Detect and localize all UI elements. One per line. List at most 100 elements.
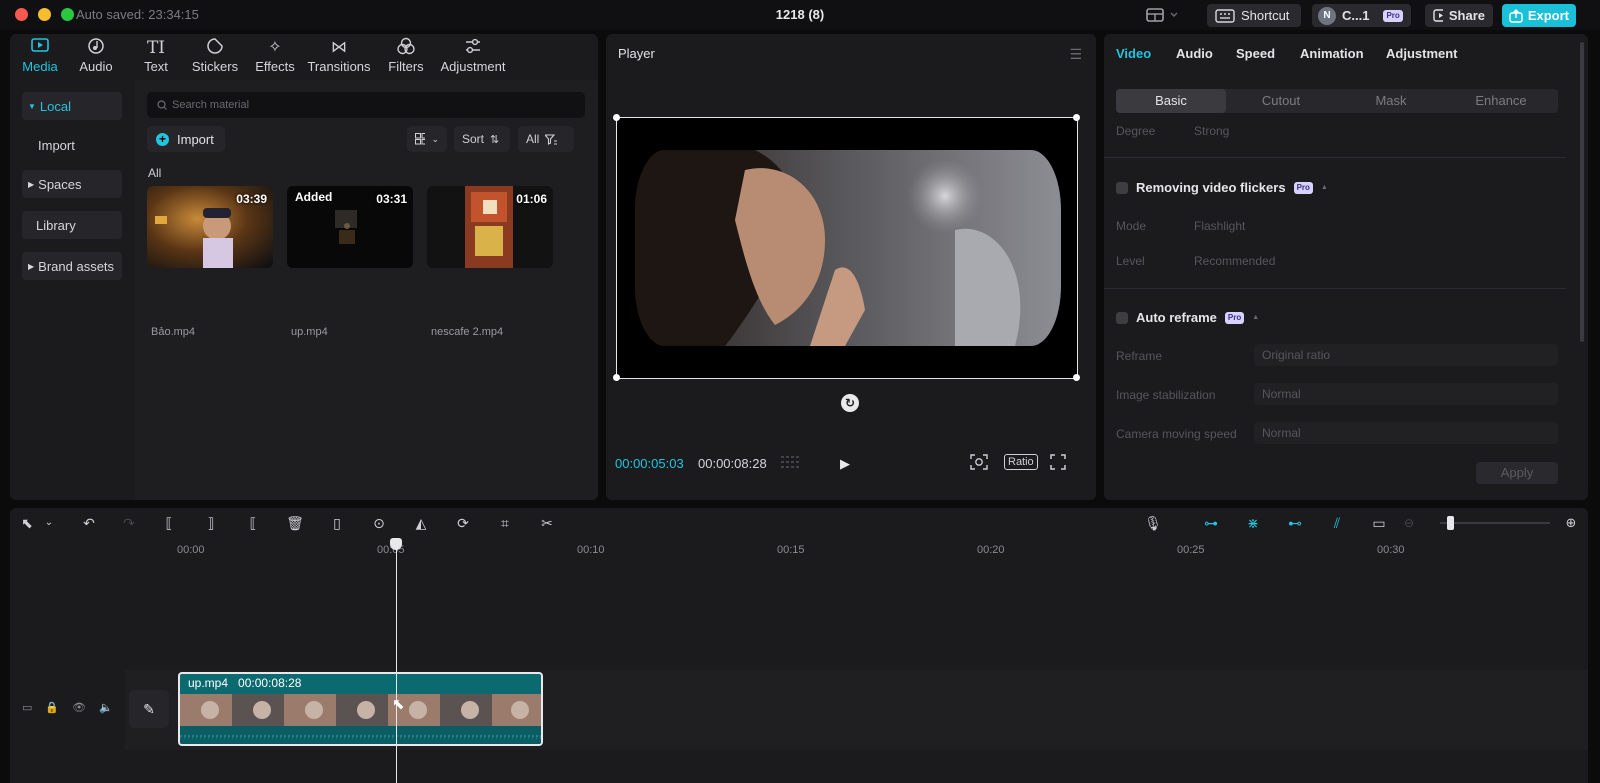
time-ruler[interactable]: 00:00 00:05 00:10 00:15 00:20 00:25 00:3… bbox=[125, 538, 1588, 560]
reverse-icon[interactable]: ⊙ bbox=[370, 515, 388, 532]
ratio-button[interactable]: Ratio bbox=[1004, 454, 1038, 470]
fit-view-icon[interactable] bbox=[970, 454, 988, 473]
import-button[interactable]: + Import bbox=[147, 126, 225, 152]
tab-adjustment[interactable]: Adjustment bbox=[1386, 46, 1458, 61]
edit-cover-button[interactable]: ✎ bbox=[129, 690, 169, 728]
volume-icon[interactable]: 🔈 bbox=[99, 701, 113, 714]
tool-filters[interactable]: Filters bbox=[386, 37, 426, 74]
tab-video[interactable]: Video bbox=[1116, 46, 1151, 61]
resize-handle[interactable] bbox=[613, 114, 620, 121]
play-button[interactable]: ▶ bbox=[840, 456, 850, 472]
tab-animation[interactable]: Animation bbox=[1300, 46, 1364, 61]
layout-switch-button[interactable] bbox=[1146, 6, 1182, 24]
tool-text[interactable]: TI Text bbox=[138, 37, 174, 74]
flicker-checkbox[interactable] bbox=[1116, 181, 1128, 194]
select-tool-icon[interactable]: ⬉ bbox=[18, 515, 36, 532]
resize-handle[interactable] bbox=[613, 374, 620, 381]
redo-icon[interactable]: ↷ bbox=[120, 515, 138, 532]
playhead[interactable] bbox=[396, 538, 397, 783]
sidebar-item-import[interactable]: Import bbox=[22, 131, 122, 159]
subtab-enhance[interactable]: Enhance bbox=[1446, 89, 1556, 113]
fullscreen-icon[interactable] bbox=[1050, 454, 1066, 473]
tool-media[interactable]: Media bbox=[20, 37, 60, 74]
ruler-label: 00:00 bbox=[177, 544, 205, 556]
playhead-handle[interactable] bbox=[390, 538, 402, 550]
media-library: Search material + Import ⌄ Sort ⇅ All Al… bbox=[135, 80, 598, 500]
resize-handle[interactable] bbox=[1073, 114, 1080, 121]
zoom-in-icon[interactable]: ⊕ bbox=[1562, 515, 1580, 531]
sort-button[interactable]: Sort ⇅ bbox=[454, 126, 510, 152]
subtab-basic[interactable]: Basic bbox=[1116, 89, 1226, 113]
export-button[interactable]: Export bbox=[1502, 4, 1576, 27]
media-item[interactable]: 03:39 bbox=[147, 186, 273, 268]
eye-icon[interactable]: 👁 bbox=[72, 701, 86, 714]
delete-icon[interactable]: 🗑 bbox=[286, 515, 304, 532]
lock-icon[interactable]: 🔒 bbox=[45, 701, 59, 714]
mode-dropdown[interactable]: Flashlight bbox=[1194, 219, 1245, 233]
undo-icon[interactable]: ↶ bbox=[80, 515, 98, 532]
filter-all-button[interactable]: All bbox=[518, 126, 574, 152]
video-frame-image bbox=[635, 150, 1061, 346]
apply-button[interactable]: Apply bbox=[1476, 462, 1558, 484]
reframe-dropdown[interactable]: Original ratio bbox=[1254, 344, 1558, 366]
tool-transitions[interactable]: ⋈ Transitions bbox=[306, 37, 372, 74]
tab-speed[interactable]: Speed bbox=[1236, 46, 1275, 61]
mirror-icon[interactable]: ◭ bbox=[412, 515, 430, 532]
timecode-grid-icon[interactable] bbox=[780, 455, 802, 469]
sidebar-item-local[interactable]: ▼ Local bbox=[22, 92, 122, 120]
auto-reframe-toggle[interactable]: Auto reframe Pro ▲ bbox=[1116, 310, 1259, 325]
media-item[interactable]: Added 03:31 bbox=[287, 186, 413, 268]
minimize-window-button[interactable] bbox=[38, 8, 51, 21]
degree-value[interactable]: Strong bbox=[1194, 124, 1229, 138]
divider bbox=[1104, 288, 1566, 289]
tool-stickers[interactable]: Stickers bbox=[190, 37, 240, 74]
zoom-window-button[interactable] bbox=[61, 8, 74, 21]
chevron-down-icon[interactable]: ⌄ bbox=[40, 517, 58, 528]
view-mode-dropdown[interactable]: ⌄ bbox=[407, 126, 447, 152]
tool-effects[interactable]: ✧ Effects bbox=[252, 37, 298, 74]
microphone-icon[interactable]: 🎙 bbox=[1144, 515, 1162, 532]
subtab-mask[interactable]: Mask bbox=[1336, 89, 1446, 113]
subtab-cutout[interactable]: Cutout bbox=[1226, 89, 1336, 113]
main-track-magnet-icon[interactable]: ⊶ bbox=[1202, 515, 1220, 532]
sidebar-item-brand-assets[interactable]: ▶ Brand assets bbox=[22, 252, 122, 280]
flicker-toggle[interactable]: Removing video flickers Pro ▲ bbox=[1116, 180, 1328, 195]
zoom-out-icon[interactable]: ⊖ bbox=[1400, 516, 1418, 530]
search-input[interactable]: Search material bbox=[147, 92, 585, 118]
account-button[interactable]: N C...1 Pro bbox=[1312, 4, 1411, 27]
camera-speed-dropdown[interactable]: Normal bbox=[1254, 422, 1558, 444]
linkage-icon[interactable]: ⊷ bbox=[1286, 515, 1304, 532]
rotate-icon[interactable]: ↻ bbox=[841, 394, 859, 412]
timeline-settings-icon[interactable]: ▭ bbox=[1370, 515, 1388, 532]
level-dropdown[interactable]: Recommended bbox=[1194, 254, 1275, 268]
split-icon[interactable]: ⟦ bbox=[160, 515, 178, 532]
video-clip[interactable]: up.mp4 00:00:08:28 bbox=[178, 672, 543, 746]
auto-reframe-checkbox[interactable] bbox=[1116, 311, 1128, 324]
preview-canvas[interactable] bbox=[616, 117, 1078, 379]
ruler-label: 00:30 bbox=[1377, 544, 1405, 556]
rotate-icon[interactable]: ⟳ bbox=[454, 515, 472, 532]
auto-cut-icon[interactable]: ✂ bbox=[538, 515, 556, 532]
zoom-slider-handle[interactable] bbox=[1447, 516, 1454, 530]
split-left-icon[interactable]: ⟧ bbox=[202, 515, 220, 532]
tool-adjustment[interactable]: Adjustment bbox=[438, 37, 508, 74]
tool-audio[interactable]: Audio bbox=[76, 37, 116, 74]
media-item[interactable]: 01:06 bbox=[427, 186, 553, 268]
resize-handle[interactable] bbox=[1073, 374, 1080, 381]
menu-icon[interactable]: ☰ bbox=[1069, 46, 1082, 63]
stabilization-dropdown[interactable]: Normal bbox=[1254, 383, 1558, 405]
sidebar-item-library[interactable]: Library bbox=[22, 211, 122, 239]
crop-icon[interactable]: ⌗ bbox=[496, 515, 514, 532]
split-right-icon[interactable]: ⟦ bbox=[244, 515, 262, 532]
close-window-button[interactable] bbox=[15, 8, 28, 21]
shortcut-button[interactable]: Shortcut bbox=[1207, 4, 1301, 27]
auto-snap-icon[interactable]: ⋇ bbox=[1244, 515, 1262, 532]
scrollbar[interactable] bbox=[1580, 42, 1584, 342]
cover-icon[interactable]: ▭ bbox=[22, 701, 32, 714]
tab-audio[interactable]: Audio bbox=[1176, 46, 1213, 61]
sidebar-item-spaces[interactable]: ▶ Spaces bbox=[22, 170, 122, 198]
zoom-slider[interactable] bbox=[1440, 522, 1550, 524]
freeze-icon[interactable]: ▯ bbox=[328, 515, 346, 532]
preview-axis-icon[interactable]: ⫽ bbox=[1328, 515, 1346, 532]
share-button[interactable]: Share bbox=[1425, 4, 1493, 27]
